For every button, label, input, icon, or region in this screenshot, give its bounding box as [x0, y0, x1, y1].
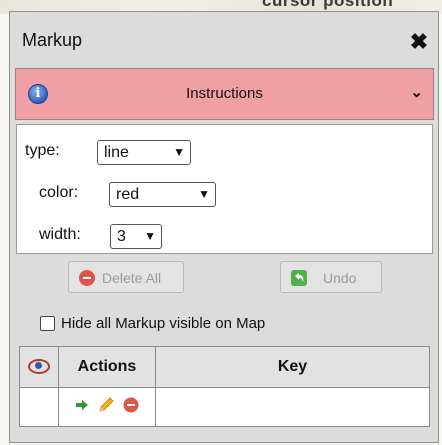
width-select-value: 3: [117, 228, 126, 245]
map-partial-label: cursor position: [262, 0, 394, 10]
close-icon[interactable]: ✖: [408, 31, 430, 53]
visibility-cell[interactable]: [19, 387, 59, 427]
markup-table: Actions Key: [19, 346, 430, 427]
table-header-row: Actions Key: [19, 346, 430, 388]
delete-circle-icon[interactable]: [123, 397, 139, 417]
instructions-label: Instructions: [186, 85, 263, 102]
go-to-arrow-icon[interactable]: [75, 398, 89, 416]
chevron-down-icon: ▼: [173, 145, 185, 159]
markup-panel: Markup ✖ i Instructions ⌄ type: line ▼ c…: [9, 11, 439, 443]
hide-markup-checkbox[interactable]: [40, 316, 55, 331]
pencil-edit-icon[interactable]: [97, 396, 115, 418]
width-label: width:: [39, 226, 81, 243]
color-select[interactable]: red ▼: [109, 182, 216, 207]
delete-all-label: Delete All: [102, 270, 162, 286]
type-label: type:: [25, 142, 60, 159]
eye-icon: [28, 359, 50, 375]
key-cell: [155, 387, 430, 427]
minus-circle-icon: [79, 270, 95, 286]
chevron-down-icon: ⌄: [410, 84, 423, 101]
panel-title: Markup: [22, 30, 83, 50]
key-column-header: Key: [155, 346, 430, 388]
chevron-down-icon: ▼: [198, 187, 210, 201]
type-select-value: line: [104, 144, 129, 161]
width-select[interactable]: 3 ▼: [110, 224, 162, 249]
color-label: color:: [39, 184, 79, 201]
actions-column-header: Actions: [58, 346, 156, 388]
undo-button[interactable]: Undo: [280, 261, 382, 293]
actions-cell: [58, 387, 156, 427]
table-row: [19, 387, 430, 427]
color-select-value: red: [116, 186, 140, 203]
markup-settings: type: line ▼ color: red ▼ width: 3 ▼: [16, 124, 433, 254]
undo-label: Undo: [323, 270, 357, 286]
delete-all-button[interactable]: Delete All: [68, 261, 184, 293]
type-select[interactable]: line ▼: [97, 140, 191, 165]
instructions-accordion[interactable]: i Instructions ⌄: [15, 68, 434, 120]
chevron-down-icon: ▼: [144, 229, 156, 243]
panel-header: Markup ✖: [10, 12, 438, 66]
undo-arrow-icon: [291, 270, 307, 286]
hide-markup-label: Hide all Markup visible on Map: [61, 315, 266, 332]
visibility-column-header[interactable]: [19, 346, 59, 388]
